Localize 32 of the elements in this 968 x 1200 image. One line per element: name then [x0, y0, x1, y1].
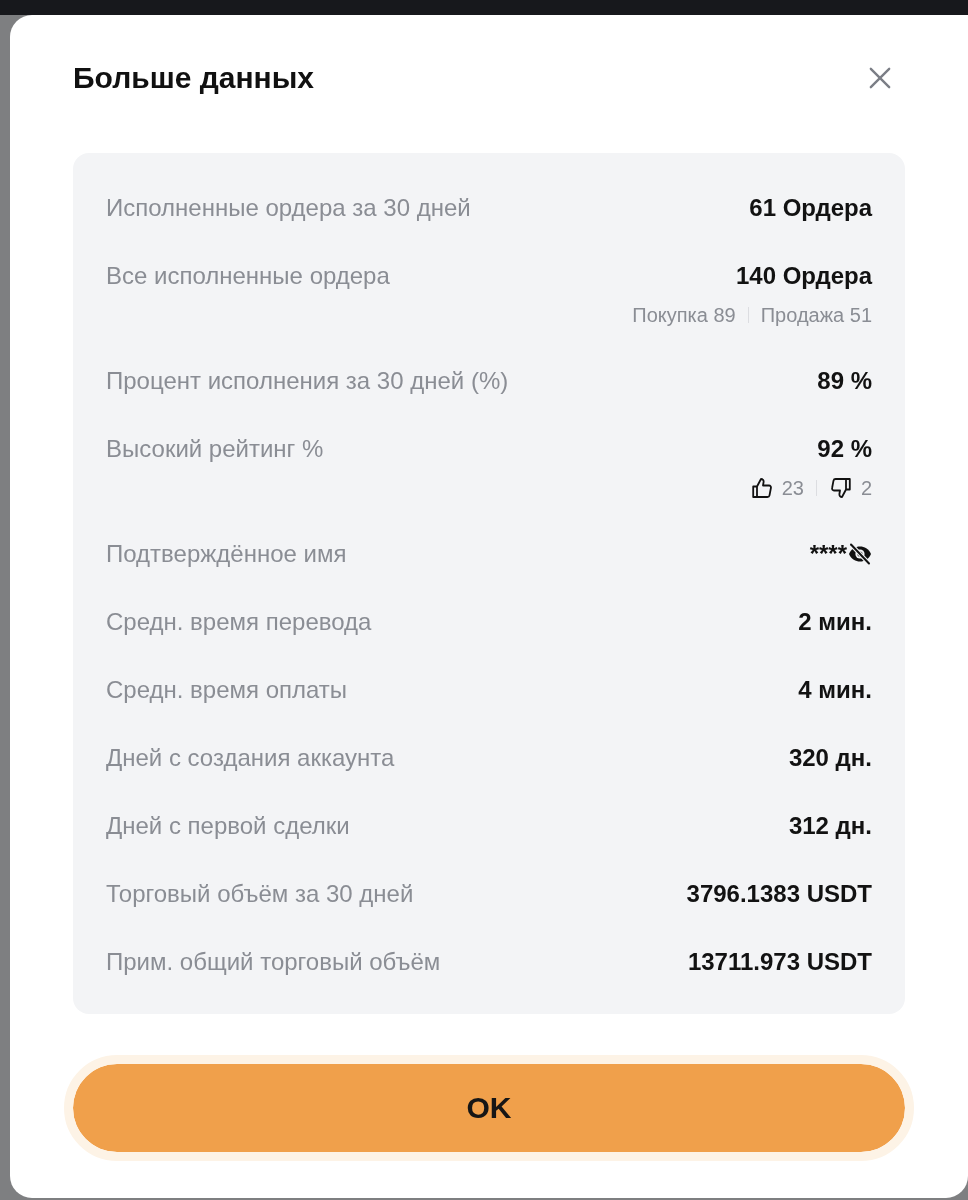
stat-value: 320 дн.: [788, 744, 872, 772]
dialog-title: Больше данных: [73, 60, 314, 96]
order-breakdown: Продажа 51: [760, 303, 872, 327]
ok-button[interactable]: OK: [64, 1055, 914, 1161]
stat-label: Процент исполнения за 30 дней (%): [106, 367, 509, 395]
stat-value: 3796.1383 USDT: [686, 880, 872, 908]
stat-value: 140 Ордера: [735, 262, 872, 290]
stat-label: Исполненные ордера за 30 дней: [106, 194, 471, 222]
thumbs-down-icon: [828, 476, 853, 500]
stat-value: 312 дн.: [788, 812, 872, 840]
stat-label: Высокий рейтинг %: [106, 435, 324, 463]
stat-value: 13711.973 USDT: [687, 948, 872, 976]
stat-value: 92 %: [817, 435, 872, 463]
eye-slash-icon[interactable]: [848, 542, 872, 566]
stat-value: 61 Ордера: [749, 194, 872, 222]
stat-label: Дней с создания аккаунта: [106, 744, 395, 772]
stat-label: Все исполненные ордера: [106, 262, 390, 290]
stat-label: Средн. время перевода: [106, 608, 372, 636]
stat-label: Подтверждённое имя: [106, 540, 347, 568]
stat-label: Средн. время оплаты: [106, 676, 348, 704]
stat-value: 2 мин.: [798, 608, 872, 636]
stat-value: 4 мин.: [798, 676, 872, 704]
close-icon: [869, 67, 891, 89]
stat-label: Прим. общий торговый объём: [106, 948, 441, 976]
thumbs-up-icon: [749, 476, 774, 500]
stat-label: Дней с первой сделки: [106, 812, 350, 840]
vote-count: 2: [860, 476, 872, 500]
stat-label: Торговый объём за 30 дней: [106, 880, 414, 908]
vote-count: 23: [781, 476, 804, 500]
stat-value: 89 %: [817, 367, 872, 395]
order-breakdown: Покупка 89: [632, 303, 736, 327]
masked-name: ****: [809, 540, 847, 568]
